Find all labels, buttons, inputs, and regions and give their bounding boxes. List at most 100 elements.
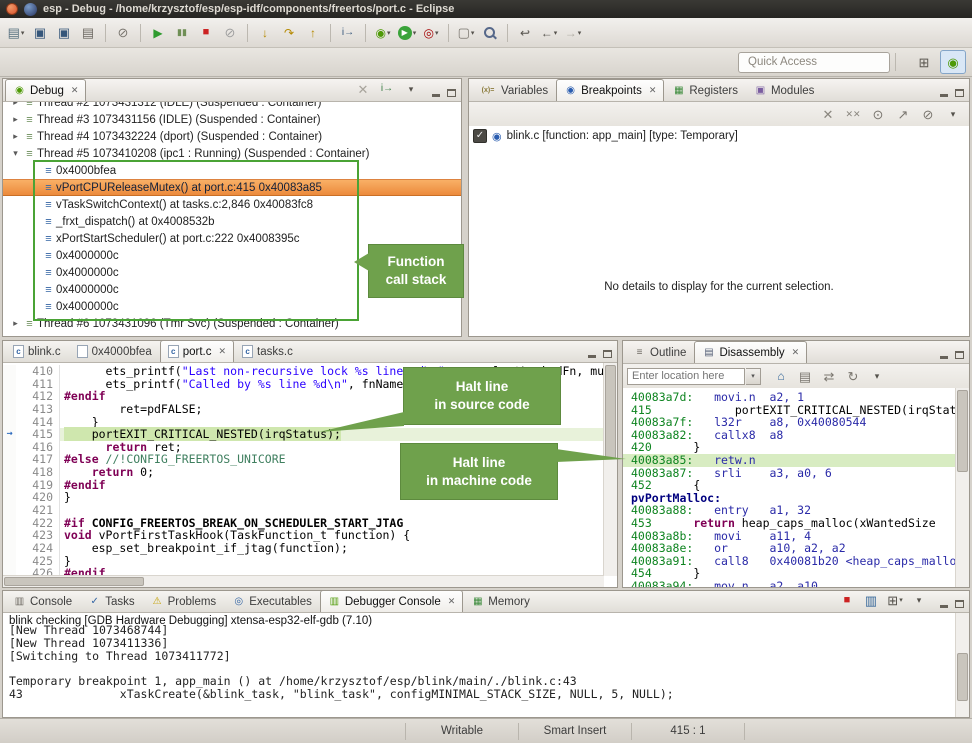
disassembly-vertical-scrollbar[interactable] — [955, 388, 969, 587]
tab-console[interactable]: ▥Console — [5, 590, 80, 612]
back-button[interactable]: ←▾ — [537, 21, 561, 45]
breakpoint-checkbox[interactable]: ✓ — [473, 129, 487, 143]
show-source-button[interactable]: ▤ — [793, 364, 817, 388]
maximize-icon[interactable] — [954, 598, 965, 608]
minimize-icon[interactable] — [938, 349, 949, 359]
console-vertical-scrollbar[interactable] — [955, 613, 969, 717]
maximize-icon[interactable] — [446, 87, 457, 97]
expand-arrow-icon[interactable]: ▸ — [9, 114, 22, 125]
editor-vertical-scrollbar[interactable] — [603, 363, 617, 576]
display-selected-console-button[interactable]: ▥ — [859, 588, 883, 612]
minimize-icon[interactable] — [586, 348, 597, 358]
maximize-icon[interactable] — [602, 348, 613, 358]
debug-thread-row[interactable]: ▸≡Thread #6 1073431096 (Tmr Svc) (Suspen… — [3, 315, 461, 332]
home-button[interactable]: ⌂ — [769, 364, 793, 388]
debug-thread-row[interactable]: ▾≡Thread #5 1073410208 (ipc1 : Running) … — [3, 145, 461, 162]
disconnect-button[interactable]: ⊘ — [218, 21, 242, 45]
show-supported-breakpoints-button[interactable]: ⊙ — [866, 102, 890, 126]
tab-problems[interactable]: ⚠Problems — [143, 590, 225, 612]
maximize-icon[interactable] — [954, 349, 965, 359]
run-button[interactable]: ▶▾ — [395, 21, 419, 45]
close-tab-icon[interactable]: ✕ — [71, 85, 79, 96]
external-tools-button[interactable]: ◎▾ — [419, 21, 443, 45]
last-edit-location-button[interactable]: ↩ — [513, 21, 537, 45]
stack-frame-row[interactable]: ≡vPortCPUReleaseMutex() at port.c:415 0x… — [3, 179, 461, 196]
skip-all-breakpoints-button[interactable]: ⊘ — [111, 21, 135, 45]
tab-variables[interactable]: (x)=Variables — [471, 79, 556, 101]
instruction-stepping-button[interactable]: i→ — [336, 21, 360, 45]
disassembly-line[interactable]: 40083a94: mov.n a2, a10 — [623, 580, 956, 587]
sync-selection-button[interactable]: ⇄ — [817, 364, 841, 388]
scrollbar-thumb[interactable] — [957, 390, 968, 472]
terminate-console-button[interactable]: ■ — [835, 588, 859, 612]
stack-frame-row[interactable]: ≡0x4000000c — [3, 298, 461, 315]
quick-access-box[interactable]: Quick Access — [738, 52, 890, 73]
remove-all-breakpoints-button[interactable]: ✕✕ — [841, 102, 865, 126]
debug-button-dropdown-icon[interactable]: ▾ — [387, 29, 391, 37]
forward-button[interactable]: →▾ — [561, 21, 585, 45]
scrollbar-thumb[interactable] — [605, 365, 616, 459]
expand-arrow-icon[interactable]: ▾ — [9, 148, 22, 159]
tab-debug[interactable]: ◉Debug✕ — [5, 79, 86, 101]
expand-arrow-icon[interactable]: ▸ — [9, 131, 22, 142]
close-tab-icon[interactable]: ✕ — [219, 346, 227, 357]
maximize-icon[interactable] — [954, 87, 965, 97]
location-input[interactable] — [627, 368, 745, 385]
minimize-icon[interactable] — [938, 598, 949, 608]
suspend-button[interactable]: ▮▮ — [170, 21, 194, 45]
debug-button[interactable]: ◉▾ — [371, 21, 395, 45]
save-all-button[interactable]: ▣ — [52, 21, 76, 45]
console-view-menu-button[interactable]: ▾ — [907, 588, 931, 612]
expand-arrow-icon[interactable]: ▸ — [9, 318, 22, 329]
debug-perspective-button[interactable]: ◉ — [940, 50, 966, 74]
close-tab-icon[interactable]: ✕ — [649, 85, 657, 96]
tab-registers[interactable]: ▦Registers — [664, 79, 746, 101]
disasm-view-menu-button[interactable]: ▾ — [865, 364, 889, 388]
skip-breakpoints-button[interactable]: ⊘ — [916, 102, 940, 126]
remove-all-terminated-button[interactable]: ✕ — [351, 77, 375, 101]
close-tab-icon[interactable]: ✕ — [448, 596, 456, 607]
debug-thread-row[interactable]: ▸≡Thread #2 1073431312 (IDLE) (Suspended… — [3, 102, 461, 111]
open-perspective-button[interactable]: ⊞ — [911, 50, 937, 74]
open-console-button[interactable]: ⊞▾ — [883, 588, 907, 612]
new-c-project-button[interactable]: ▢▾ — [454, 21, 478, 45]
tab-tasks[interactable]: ✓Tasks — [80, 590, 142, 612]
step-return-button[interactable]: ↑ — [301, 21, 325, 45]
remove-breakpoint-button[interactable]: ✕ — [816, 102, 840, 126]
refresh-view-button[interactable]: ↻ — [841, 364, 865, 388]
goto-file-button[interactable]: ↗ — [891, 102, 915, 126]
resume-button[interactable]: ▶ — [146, 21, 170, 45]
tab-blink-c[interactable]: cblink.c — [5, 340, 69, 362]
tab-breakpoints[interactable]: ◉Breakpoints✕ — [556, 79, 664, 101]
step-into-button[interactable]: ↓ — [253, 21, 277, 45]
view-menu-button[interactable]: ▾ — [399, 77, 423, 101]
minimize-icon[interactable] — [430, 87, 441, 97]
tab-outline[interactable]: ≡Outline — [625, 341, 694, 363]
terminate-button[interactable]: ■ — [194, 21, 218, 45]
console-output-area[interactable]: blink checking [GDB Hardware Debugging] … — [3, 613, 969, 717]
tab-0x4000bfea[interactable]: 0x4000bfea — [69, 340, 160, 362]
view-instruction-stepping-button[interactable]: i→ — [375, 77, 399, 101]
window-close-button[interactable] — [6, 3, 18, 15]
new-wizard-button-dropdown-icon[interactable]: ▾ — [21, 29, 25, 37]
new-wizard-button[interactable]: ▤▾ — [4, 21, 28, 45]
tab-disassembly[interactable]: ▤Disassembly✕ — [694, 341, 807, 363]
tab-executables[interactable]: ◎Executables — [224, 590, 320, 612]
save-button[interactable]: ▣ — [28, 21, 52, 45]
open-console-button-dropdown-icon[interactable]: ▾ — [899, 596, 903, 604]
print-button[interactable]: ▤ — [76, 21, 100, 45]
debug-thread-row[interactable]: ▸≡Thread #3 1073431156 (IDLE) (Suspended… — [3, 111, 461, 128]
tab-debugger-console[interactable]: ▥Debugger Console✕ — [320, 590, 463, 612]
search-button[interactable] — [478, 21, 502, 45]
new-c-project-button-dropdown-icon[interactable]: ▾ — [471, 29, 475, 37]
tab-modules[interactable]: ▣Modules — [746, 79, 822, 101]
tab-memory[interactable]: ▦Memory — [463, 590, 538, 612]
scrollbar-thumb[interactable] — [957, 653, 968, 701]
code-line[interactable]: 424 esp_set_breakpoint_if_jtag(function)… — [3, 542, 604, 555]
location-dropdown-icon[interactable]: ▾ — [746, 368, 761, 385]
close-tab-icon[interactable]: ✕ — [792, 347, 800, 358]
forward-button-dropdown-icon[interactable]: ▾ — [578, 29, 582, 37]
run-button-dropdown-icon[interactable]: ▾ — [413, 29, 417, 37]
step-over-button[interactable]: ↷ — [277, 21, 301, 45]
minimize-icon[interactable] — [938, 87, 949, 97]
